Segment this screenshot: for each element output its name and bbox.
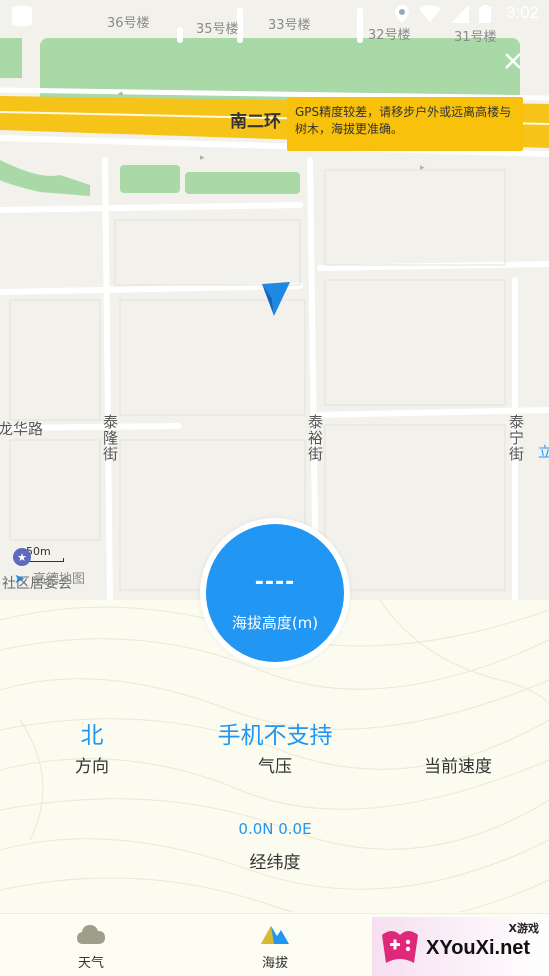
direction-stat: 北 方向 (52, 716, 132, 777)
direction-value: 北 (80, 723, 104, 749)
cloud-icon (77, 925, 105, 944)
pressure-label: 气压 (258, 757, 292, 777)
svg-text:▸: ▸ (200, 153, 205, 163)
poi-star-icon: ★ (13, 548, 31, 566)
status-time: 3:02 (505, 3, 539, 22)
battery-icon (479, 5, 491, 23)
direction-label: 方向 (75, 757, 109, 777)
altitude-display: ---- 海拔高度(m) (200, 518, 350, 668)
road-label-longhua: 龙华路 (0, 420, 44, 438)
svg-text:★: ★ (17, 551, 27, 564)
altitude-label: 海拔高度(m) (231, 614, 319, 632)
nav-weather[interactable]: 天气 (56, 922, 126, 971)
nav-weather-label: 天气 (77, 956, 104, 971)
coordinates-label: 经纬度 (249, 853, 301, 873)
coordinates-value: 0.0N 0.0E (238, 820, 312, 838)
road-label-taining: 泰宁街 (507, 414, 525, 462)
nav-altitude[interactable]: 海拔 (240, 922, 310, 971)
location-pin-icon (395, 5, 409, 23)
speed-stat: 当前速度 (400, 716, 516, 777)
map-edge-label: 立 (538, 445, 549, 461)
ring-road-label: 南二环 (230, 112, 281, 132)
watermark-small: X游戏 (508, 922, 539, 935)
gamepad-logo-icon (382, 931, 418, 963)
wifi-icon (419, 5, 441, 22)
svg-text:▸: ▸ (420, 163, 425, 173)
nav-altitude-label: 海拔 (261, 956, 288, 971)
amap-logo-text: 高德地图 (33, 572, 86, 587)
close-icon[interactable] (504, 52, 522, 70)
notification-icon (12, 6, 32, 26)
speed-value (400, 716, 516, 746)
mountain-icon (261, 926, 289, 944)
altitude-circle: ---- 海拔高度(m) (206, 524, 344, 662)
pressure-value: 手机不支持 (217, 723, 333, 749)
signal-icon (451, 5, 469, 23)
coordinates-stat: 0.0N 0.0E 经纬度 (200, 820, 350, 873)
map-view[interactable]: ◂ ▸ ◂ ▸ 36号楼 35号楼 33号楼 32号楼 31号楼 南二环 龙华路… (0, 0, 549, 600)
watermark-main: XYouXi.net (426, 937, 531, 959)
status-bar: 3:02 (0, 0, 549, 30)
pressure-stat: 手机不支持 气压 (190, 716, 360, 777)
road-label-taiyu: 泰裕街 (306, 414, 324, 462)
amap-logo-icon: ➤ (14, 572, 25, 587)
amap-logo: ➤ 高德地图 (14, 568, 85, 587)
watermark: X游戏 XYouXi.net (372, 917, 549, 976)
speed-label: 当前速度 (424, 757, 492, 777)
altitude-value: ---- (254, 570, 296, 595)
location-arrow-icon (262, 282, 290, 316)
svg-text:◂: ◂ (118, 89, 123, 99)
road-label-tailong: 泰隆街 (101, 414, 119, 462)
gps-accuracy-tip: GPS精度较差，请移步户外或远离高楼与树木，海拔更准确。 (287, 97, 523, 151)
